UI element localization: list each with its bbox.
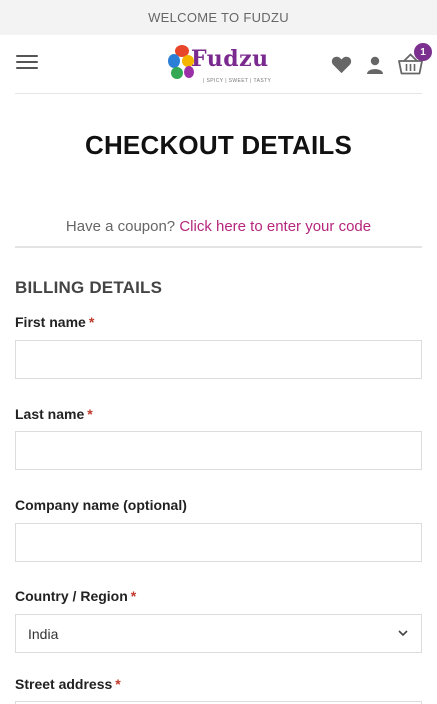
logo-wordmark: Fudzu: [191, 46, 269, 72]
site-header: Fudzu | SPICY | SWEET | TASTY: [0, 35, 437, 93]
company-name-label: Company name (optional): [15, 497, 187, 513]
first-name-input[interactable]: [16, 341, 421, 378]
logo-tagline: | SPICY | SWEET | TASTY: [203, 78, 272, 84]
site-logo[interactable]: Fudzu | SPICY | SWEET | TASTY: [167, 40, 271, 88]
country-label-text: Country / Region: [15, 588, 128, 604]
coupon-notice: Have a coupon? Click here to enter your …: [0, 218, 437, 235]
last-name-label-text: Last name: [15, 406, 85, 422]
required-mark: *: [130, 588, 137, 604]
cart-count-badge: 1: [414, 43, 432, 61]
first-name-field[interactable]: [15, 340, 422, 379]
hamburger-icon[interactable]: [16, 55, 38, 73]
country-label: Country / Region *: [15, 588, 136, 604]
first-name-label: First name *: [15, 314, 94, 330]
required-mark: *: [115, 676, 121, 692]
billing-details-heading: BILLING DETAILS: [15, 278, 163, 297]
company-name-input[interactable]: [16, 524, 421, 561]
last-name-field[interactable]: [15, 431, 422, 470]
last-name-input[interactable]: [16, 432, 421, 469]
user-icon[interactable]: [366, 56, 384, 74]
announcement-text: WELCOME TO FUDZU: [148, 10, 289, 25]
page-title: CHECKOUT DETAILS: [84, 130, 353, 160]
coupon-prompt: Have a coupon?: [65, 218, 176, 235]
street-address-label-text: Street address: [15, 676, 113, 692]
header-divider: [15, 93, 422, 94]
company-name-label-text: Company name (optional): [15, 497, 187, 513]
company-name-field[interactable]: [15, 523, 422, 562]
coupon-link[interactable]: Click here to enter your code: [179, 218, 371, 235]
country-select[interactable]: India: [15, 614, 422, 653]
last-name-label: Last name *: [15, 406, 93, 422]
required-mark: *: [87, 406, 93, 422]
required-mark: *: [88, 314, 95, 330]
chevron-down-icon: [398, 630, 408, 637]
announcement-bar: WELCOME TO FUDZU: [0, 0, 437, 35]
country-selected-value: India: [28, 625, 59, 642]
coupon-divider: [15, 246, 422, 248]
first-name-label-text: First name: [15, 314, 86, 330]
heart-icon[interactable]: [331, 55, 352, 74]
street-address-label: Street address *: [15, 676, 121, 692]
